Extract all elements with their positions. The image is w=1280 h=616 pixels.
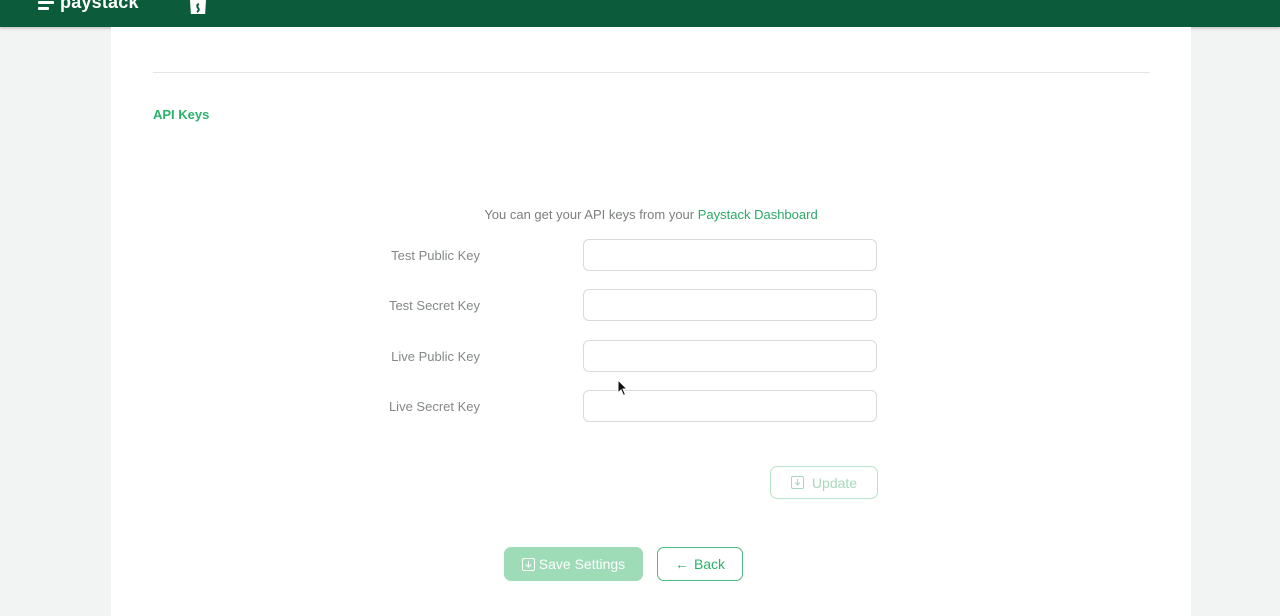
paystack-dashboard-link[interactable]: Paystack Dashboard <box>698 207 818 222</box>
test-secret-key-input[interactable] <box>583 289 877 321</box>
test-public-key-label: Test Public Key <box>391 248 480 263</box>
live-public-key-label: Live Public Key <box>391 349 480 364</box>
save-icon <box>521 557 535 571</box>
paystack-logo[interactable]: paystack <box>38 0 139 12</box>
live-public-key-input[interactable] <box>583 340 877 372</box>
divider <box>153 72 1150 73</box>
test-secret-key-label: Test Secret Key <box>388 298 480 313</box>
paystack-logo-icon <box>38 0 54 10</box>
save-icon <box>790 476 804 489</box>
back-button[interactable]: ← Back <box>657 547 743 581</box>
update-button[interactable]: Update <box>770 466 878 499</box>
settings-card: API Keys You can get your API keys from … <box>111 27 1191 616</box>
brand-name: paystack <box>60 0 139 12</box>
section-title: API Keys <box>153 107 210 122</box>
api-keys-info: You can get your API keys from your Pays… <box>111 207 1191 222</box>
arrow-left-icon: ← <box>674 556 689 572</box>
save-settings-label: Save Settings <box>538 556 626 572</box>
save-settings-button[interactable]: Save Settings <box>504 547 643 581</box>
shopify-bag-icon[interactable] <box>186 0 212 14</box>
update-button-label: Update <box>811 474 858 491</box>
top-navbar: paystack <box>0 0 1280 27</box>
info-text: You can get your API keys from your <box>484 207 698 222</box>
test-public-key-input[interactable] <box>583 239 877 271</box>
live-secret-key-label: Live Secret Key <box>388 399 480 414</box>
mouse-cursor-icon <box>617 379 629 397</box>
back-button-label: Back <box>693 556 726 572</box>
